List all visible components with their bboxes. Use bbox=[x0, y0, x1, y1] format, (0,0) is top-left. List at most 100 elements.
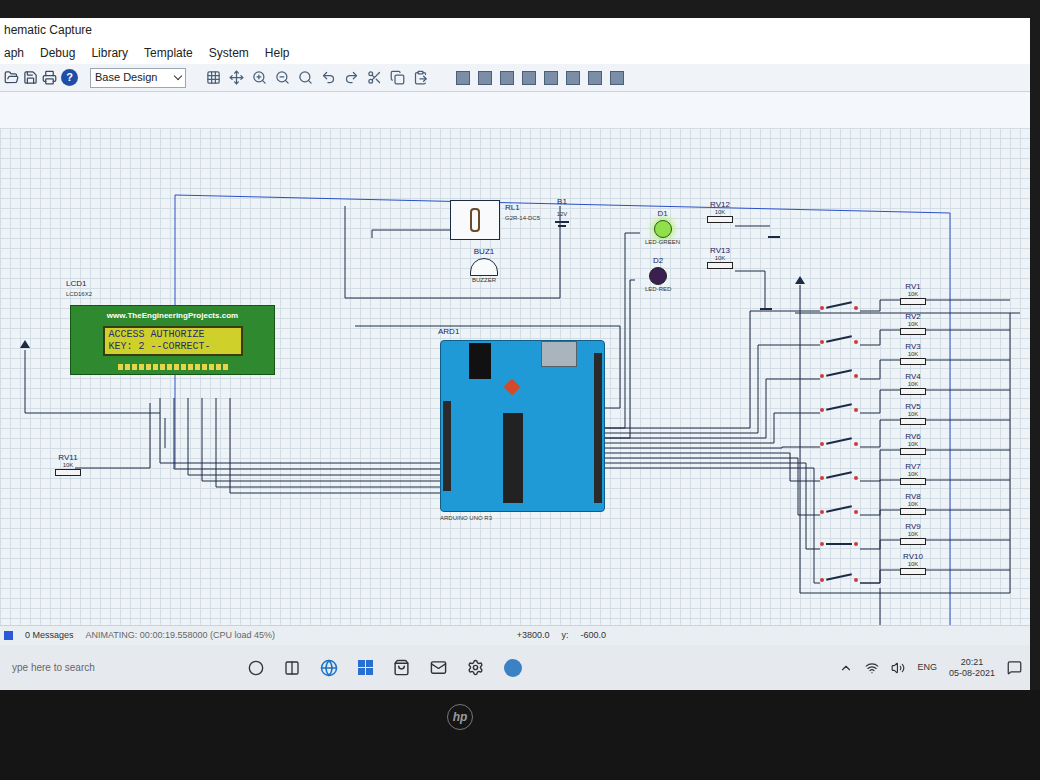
relay-ref: RL1 bbox=[505, 202, 540, 214]
help-button[interactable]: ? bbox=[61, 69, 78, 86]
notifications-icon[interactable] bbox=[1007, 660, 1022, 675]
tool-icon[interactable] bbox=[344, 70, 359, 85]
wifi-icon[interactable] bbox=[865, 661, 879, 675]
push-switch[interactable] bbox=[820, 474, 858, 480]
ground-icon bbox=[768, 236, 780, 238]
lcd-module[interactable]: www.TheEngineeringProjects.comACCESS AUT… bbox=[70, 305, 275, 375]
potentiometer[interactable]: RV1010K bbox=[900, 552, 926, 575]
pot-ref: RV1 bbox=[904, 282, 921, 291]
right-bezel bbox=[1030, 18, 1040, 690]
push-switch[interactable] bbox=[820, 338, 858, 344]
tool-icon[interactable] bbox=[588, 71, 602, 85]
header-left bbox=[443, 401, 451, 491]
mail-icon[interactable] bbox=[430, 659, 447, 676]
cortana-icon[interactable] bbox=[248, 660, 264, 676]
stop-icon[interactable] bbox=[4, 631, 13, 640]
pot-value: 10K bbox=[908, 321, 919, 328]
potentiometer[interactable]: RV610K bbox=[900, 432, 926, 455]
tool-icon[interactable] bbox=[390, 70, 405, 85]
tool-icon[interactable] bbox=[478, 71, 492, 85]
power-jack bbox=[469, 343, 491, 379]
design-dropdown[interactable]: Base Design bbox=[90, 68, 186, 88]
store-icon[interactable] bbox=[393, 659, 410, 676]
arduino-board[interactable] bbox=[440, 340, 605, 512]
pot-value: 10K bbox=[908, 351, 919, 358]
ground-icon bbox=[760, 308, 772, 310]
battery[interactable]: B112V bbox=[555, 196, 569, 227]
potentiometer[interactable]: RV410K bbox=[900, 372, 926, 395]
potentiometer[interactable]: RV210K bbox=[900, 312, 926, 335]
tool-icon[interactable] bbox=[229, 70, 244, 85]
led[interactable]: D2LED-RED bbox=[645, 255, 671, 294]
hp-logo: hp bbox=[447, 704, 473, 730]
tool-icon[interactable] bbox=[321, 70, 336, 85]
arduino-part: ARDUINO UNO R3 bbox=[440, 514, 492, 523]
push-switch[interactable] bbox=[820, 576, 858, 582]
settings-icon[interactable] bbox=[467, 659, 484, 676]
pot-body bbox=[900, 568, 926, 575]
tool-icon[interactable] bbox=[544, 71, 558, 85]
menu-item[interactable]: Help bbox=[265, 44, 290, 62]
language[interactable]: ENG bbox=[917, 661, 937, 675]
pot-value: 10K bbox=[63, 462, 74, 469]
tool-icon[interactable] bbox=[206, 70, 221, 85]
potentiometer[interactable]: RV810K bbox=[900, 492, 926, 515]
tool-icon[interactable] bbox=[500, 71, 514, 85]
tool-icon[interactable] bbox=[566, 71, 580, 85]
app-icon[interactable] bbox=[504, 659, 522, 677]
coord-x: +3800.0 bbox=[517, 629, 550, 643]
buzzer[interactable] bbox=[470, 258, 498, 276]
tool-icon[interactable] bbox=[23, 70, 38, 85]
push-switch[interactable] bbox=[820, 304, 858, 310]
led-body bbox=[654, 220, 672, 238]
search-box[interactable]: ype here to search bbox=[8, 655, 228, 681]
windows-icon[interactable] bbox=[358, 660, 373, 675]
tool-icon[interactable] bbox=[367, 70, 382, 85]
potentiometer[interactable]: RV710K bbox=[900, 462, 926, 485]
push-switch[interactable] bbox=[820, 406, 858, 412]
task-view-icon[interactable] bbox=[284, 660, 300, 676]
tool-icon[interactable] bbox=[522, 71, 536, 85]
tray-chevron-icon[interactable] bbox=[839, 661, 853, 675]
menu-item[interactable]: Debug bbox=[40, 44, 75, 62]
tool-icon[interactable] bbox=[413, 70, 428, 85]
pot-value: 10K bbox=[715, 255, 726, 262]
potentiometer[interactable]: RV110K bbox=[900, 282, 926, 305]
title-bar: hematic Capture bbox=[0, 18, 1030, 42]
tool-icon[interactable] bbox=[456, 71, 470, 85]
menu-item[interactable]: aph bbox=[4, 44, 24, 62]
tool-icon[interactable] bbox=[298, 70, 313, 85]
led[interactable]: D1LED-GREEN bbox=[645, 208, 680, 247]
battery-value: 12V bbox=[557, 210, 568, 219]
menu-item[interactable]: Library bbox=[91, 44, 128, 62]
pot-ref: RV7 bbox=[904, 462, 921, 471]
menu-item[interactable]: System bbox=[209, 44, 249, 62]
push-switch[interactable] bbox=[820, 372, 858, 378]
pot-ref: RV5 bbox=[904, 402, 921, 411]
potentiometer[interactable]: RV310K bbox=[900, 342, 926, 365]
potentiometer[interactable]: RV1210K bbox=[707, 200, 733, 223]
potentiometer[interactable]: RV1110K bbox=[55, 453, 81, 476]
tool-icon[interactable] bbox=[610, 71, 624, 85]
tool-icon[interactable] bbox=[275, 70, 290, 85]
push-switch[interactable] bbox=[820, 440, 858, 446]
menu-item[interactable]: Template bbox=[144, 44, 193, 62]
pot-ref: RV9 bbox=[904, 522, 921, 531]
tool-icon[interactable] bbox=[252, 70, 267, 85]
potentiometer[interactable]: RV910K bbox=[900, 522, 926, 545]
push-switch[interactable] bbox=[820, 542, 858, 546]
edge-icon[interactable] bbox=[320, 659, 338, 677]
push-switch[interactable] bbox=[820, 508, 858, 514]
tool-icon[interactable] bbox=[42, 70, 57, 85]
potentiometer[interactable]: RV510K bbox=[900, 402, 926, 425]
chip bbox=[503, 413, 523, 503]
clock[interactable]: 20:2105-08-2021 bbox=[949, 657, 995, 679]
reset-button bbox=[504, 379, 521, 396]
potentiometer[interactable]: RV1310K bbox=[707, 246, 733, 269]
messages[interactable]: 0 Messages bbox=[25, 629, 74, 643]
schematic-canvas[interactable]: LCD1LCD16X2www.TheEngineeringProjects.co… bbox=[0, 128, 1030, 625]
relay[interactable] bbox=[450, 200, 500, 240]
volume-icon[interactable] bbox=[891, 661, 905, 675]
bottom-bezel: hp bbox=[0, 690, 1040, 780]
tool-icon[interactable] bbox=[4, 70, 19, 85]
